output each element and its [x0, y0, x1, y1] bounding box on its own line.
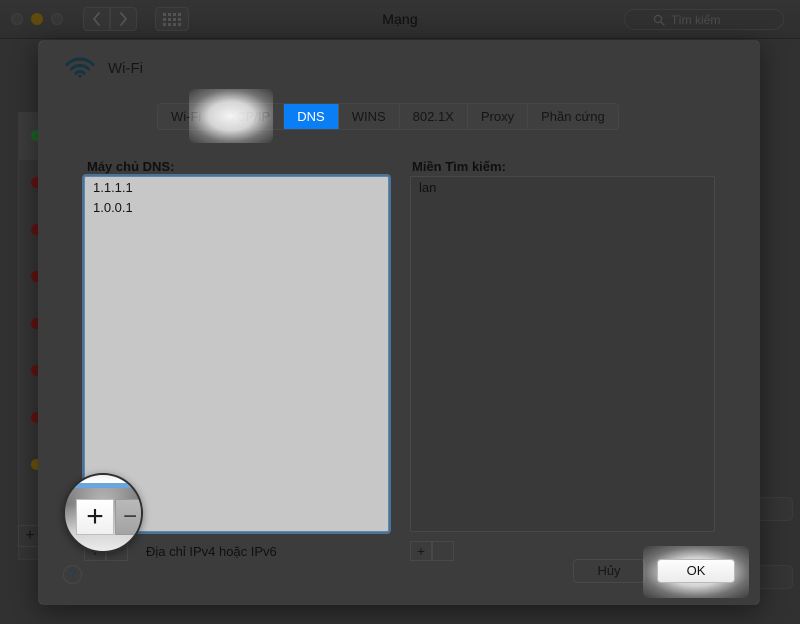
- search-placeholder: Tìm kiếm: [671, 13, 720, 27]
- add-search-domain-button[interactable]: +: [410, 541, 432, 561]
- list-item[interactable]: lan: [411, 177, 714, 197]
- settings-tabbar[interactable]: Wi-Fi TCP/IP DNS WINS 802.1X Proxy Phần …: [157, 103, 619, 130]
- tab-dns[interactable]: DNS: [284, 104, 338, 129]
- help-button[interactable]: ?: [63, 565, 82, 584]
- loupe-focus-ring-edge: [71, 483, 141, 488]
- dns-servers-label: Máy chủ DNS:: [87, 159, 174, 174]
- ok-button[interactable]: OK: [657, 559, 735, 583]
- tab-8021x[interactable]: 802.1X: [400, 104, 468, 129]
- window-titlebar: Mạng Tìm kiếm: [0, 0, 800, 39]
- search-domains-label: Miền Tìm kiếm:: [412, 159, 506, 174]
- magnified-remove-button[interactable]: −: [115, 499, 143, 535]
- list-item[interactable]: 1.0.0.1: [85, 197, 388, 217]
- search-input[interactable]: Tìm kiếm: [624, 9, 784, 30]
- cancel-button[interactable]: Hủy: [573, 559, 645, 583]
- magnified-add-button[interactable]: +: [76, 499, 114, 535]
- interface-name: Wi-Fi: [108, 60, 143, 77]
- screen-root: Mạng Tìm kiếm: [0, 0, 800, 624]
- search-icon: [653, 14, 665, 26]
- tab-proxy[interactable]: Proxy: [468, 104, 528, 129]
- list-item[interactable]: 1.1.1.1: [85, 177, 388, 197]
- dns-settings-sheet: Wi-Fi Wi-Fi TCP/IP DNS WINS 802.1X Proxy…: [38, 40, 760, 605]
- tab-hardware[interactable]: Phần cứng: [528, 104, 618, 129]
- interface-header: Wi-Fi: [65, 57, 143, 79]
- dns-address-hint: Địa chỉ IPv4 hoặc IPv6: [146, 544, 277, 559]
- tab-wins[interactable]: WINS: [339, 104, 400, 129]
- tab-tcpip[interactable]: TCP/IP: [215, 104, 284, 129]
- tab-wifi[interactable]: Wi-Fi: [158, 104, 215, 129]
- magnifier-loupe: + −: [63, 473, 143, 553]
- wifi-icon: [65, 57, 95, 79]
- search-domains-list[interactable]: lan: [410, 176, 715, 532]
- remove-search-domain-button[interactable]: −: [432, 541, 454, 561]
